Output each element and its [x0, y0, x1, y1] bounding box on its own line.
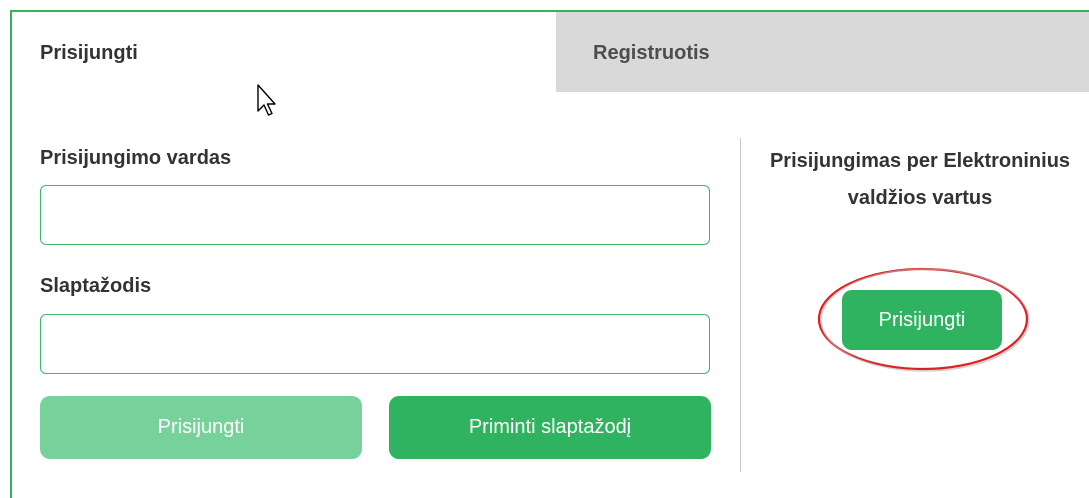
evartai-login-button[interactable]: Prisijungti	[842, 290, 1002, 350]
vertical-divider	[740, 138, 741, 472]
username-input[interactable]	[40, 185, 710, 245]
login-button[interactable]: Prisijungti	[40, 396, 362, 459]
password-input[interactable]	[40, 314, 710, 374]
password-label: Slaptažodis	[40, 275, 152, 297]
evartai-title: Prisijungimas per Elektroninius valdžios…	[769, 150, 1071, 209]
tab-register[interactable]: Registruotis	[556, 12, 1089, 92]
tab-login[interactable]: Prisijungti	[12, 12, 556, 92]
tab-login-label: Prisijungti	[40, 42, 138, 64]
remind-password-button[interactable]: Priminti slaptažodį	[389, 396, 711, 459]
arrow-cursor-icon	[257, 84, 276, 116]
username-label: Prisijungimo vardas	[40, 147, 232, 169]
tab-register-label: Registruotis	[593, 42, 710, 64]
